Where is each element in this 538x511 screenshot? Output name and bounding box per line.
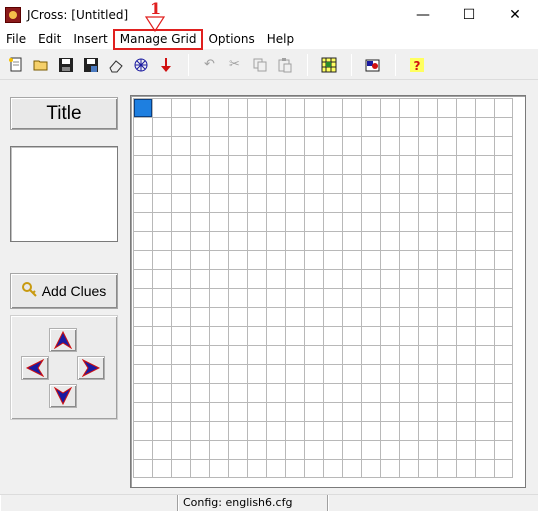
window-title: JCross: [Untitled] [27, 8, 129, 22]
menu-manage-grid[interactable]: Manage Grid [112, 29, 204, 50]
svg-text:?: ? [413, 59, 420, 73]
arrow-left-icon [26, 359, 44, 377]
menu-file[interactable]: File [0, 30, 32, 49]
new-icon[interactable] [4, 54, 27, 76]
minimize-button[interactable]: — [400, 0, 446, 30]
copy-icon[interactable] [248, 54, 271, 76]
arrow-down-icon [54, 387, 72, 405]
status-config: Config: english6.cfg [178, 495, 328, 511]
selected-grid-cell[interactable] [134, 99, 152, 117]
menu-edit[interactable]: Edit [32, 30, 67, 49]
save-icon[interactable] [54, 54, 77, 76]
web-icon[interactable] [129, 54, 152, 76]
callout-arrow-icon [144, 16, 166, 32]
menu-options[interactable]: Options [202, 30, 260, 49]
toolbar-separator [188, 53, 189, 76]
add-clues-button[interactable]: Add Clues [10, 273, 118, 309]
title-bar: JCross: [Untitled] — ☐ ✕ [0, 0, 538, 30]
arrow-right-button[interactable] [77, 356, 105, 380]
status-panel-right [328, 495, 538, 511]
left-panel: Title Add Clues [0, 80, 128, 490]
down-arrow-icon[interactable] [154, 54, 177, 76]
save-as-icon[interactable] [79, 54, 102, 76]
maximize-button[interactable]: ☐ [446, 0, 492, 30]
key-icon [21, 281, 38, 301]
paste-icon[interactable] [273, 54, 296, 76]
open-icon[interactable] [29, 54, 52, 76]
toolbar-separator [351, 53, 352, 76]
menu-help[interactable]: Help [261, 30, 300, 49]
status-panel-left [0, 495, 178, 511]
annotation-callout: 1 [140, 0, 170, 32]
toolbar: ↶ ✂ ? [0, 50, 538, 80]
arrow-down-button[interactable] [49, 384, 77, 408]
cut-icon[interactable]: ✂ [223, 54, 246, 76]
toolbar-separator [395, 53, 396, 76]
arrow-pad [10, 315, 118, 420]
crossword-grid[interactable] [133, 98, 513, 478]
crossword-grid-area[interactable] [130, 95, 526, 488]
title-button[interactable]: Title [10, 97, 118, 130]
jcross-app-icon [5, 7, 21, 23]
grid-icon[interactable] [317, 54, 340, 76]
export-icon[interactable] [361, 54, 384, 76]
toolbar-separator [307, 53, 308, 76]
menu-bar: File Edit Insert Manage Grid Options Hel… [0, 29, 538, 50]
help-icon[interactable]: ? [405, 54, 428, 76]
arrow-left-button[interactable] [21, 356, 49, 380]
arrow-right-icon [82, 359, 100, 377]
title-display [10, 146, 118, 242]
arrow-up-icon [54, 331, 72, 349]
menu-insert[interactable]: Insert [67, 30, 113, 49]
status-bar: Config: english6.cfg [0, 494, 538, 511]
undo-icon[interactable]: ↶ [198, 54, 221, 76]
add-clues-label: Add Clues [41, 283, 107, 299]
arrow-up-button[interactable] [49, 328, 77, 352]
eraser-icon[interactable] [104, 54, 127, 76]
close-button[interactable]: ✕ [492, 0, 538, 30]
